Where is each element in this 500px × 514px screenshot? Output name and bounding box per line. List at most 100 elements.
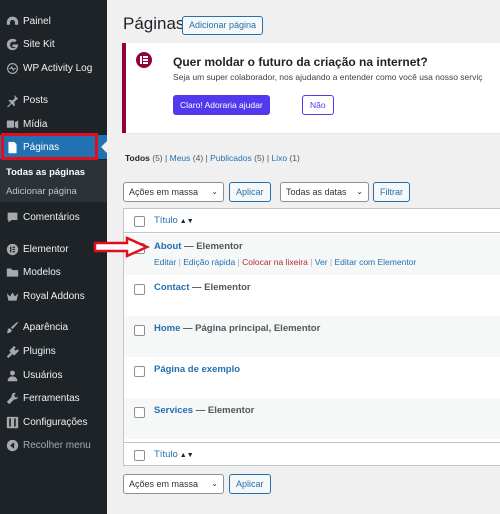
filter-trash-count: (1)	[289, 153, 300, 163]
sort-icon: ▲▼	[179, 452, 194, 459]
annotation-arrow-icon	[93, 236, 151, 258]
crown-icon	[5, 289, 19, 303]
pages-table: Título ▲▼ About — Elementor Editar | Ediç…	[123, 208, 500, 466]
date-filter-select[interactable]: Todas as datas ⌄	[280, 182, 369, 202]
sidebar-item-plugins[interactable]: Plugins	[0, 339, 107, 363]
table-header: Título ▲▼	[124, 209, 500, 233]
page-title-link[interactable]: Services	[154, 405, 193, 416]
sidebar-item-midia[interactable]: Mídia	[0, 112, 107, 136]
sidebar-item-painel[interactable]: Painel	[0, 9, 107, 33]
row-title: Home — Página principal, Elementor	[154, 323, 320, 334]
admin-sidebar: Painel Site Kit WP Activity Log Posts Mí…	[0, 0, 108, 514]
page-title-link[interactable]: Página de exemplo	[154, 364, 240, 375]
pin-icon	[5, 93, 19, 107]
view-link[interactable]: Ver	[315, 257, 328, 267]
sidebar-item-aparencia[interactable]: Aparência	[0, 315, 107, 339]
separator: |	[237, 257, 240, 267]
row-checkbox[interactable]	[134, 407, 145, 418]
page-title-link[interactable]: Home	[154, 323, 180, 334]
row-checkbox[interactable]	[134, 366, 145, 377]
table-footer: Título ▲▼	[124, 442, 500, 466]
page-title: Páginas	[123, 14, 185, 33]
sidebar-item-label: Elementor	[23, 243, 69, 255]
sidebar-item-label: Comentários	[23, 211, 80, 223]
filter-all[interactable]: Todos	[125, 153, 150, 163]
sidebar-item-paginas[interactable]: Páginas	[0, 135, 107, 159]
sidebar-item-comentarios[interactable]: Comentários	[0, 205, 107, 229]
main-content: Páginas Adicionar página Quer moldar o f…	[107, 0, 500, 514]
sidebar-item-label: Painel	[23, 15, 51, 27]
site-kit-icon	[5, 37, 19, 51]
sidebar-item-elementor[interactable]: Elementor	[0, 237, 107, 261]
sidebar-item-label: Modelos	[23, 266, 61, 278]
bulk-apply-button-top[interactable]: Aplicar	[229, 182, 271, 202]
bulk-apply-button-bottom[interactable]: Aplicar	[229, 474, 271, 494]
row-checkbox[interactable]	[134, 284, 145, 295]
brush-icon	[5, 320, 19, 334]
trash-link[interactable]: Colocar na lixeira	[242, 257, 308, 267]
chevron-down-icon: ⌄	[211, 187, 218, 196]
separator: |	[178, 257, 181, 267]
media-icon	[5, 117, 19, 131]
notice-decline-button[interactable]: Não	[302, 95, 334, 115]
filter-published[interactable]: Publicados	[210, 153, 252, 163]
row-title: Contact — Elementor	[154, 282, 251, 293]
notice-accept-button[interactable]: Claro! Adoraria ajudar	[173, 95, 270, 115]
sidebar-item-posts[interactable]: Posts	[0, 88, 107, 112]
activity-log-icon	[5, 61, 19, 75]
column-title-header[interactable]: Título ▲▼	[154, 215, 194, 226]
add-page-button[interactable]: Adicionar página	[182, 16, 264, 35]
row-title: Página de exemplo	[154, 364, 240, 375]
select-all-checkbox-footer[interactable]	[134, 450, 145, 461]
table-row[interactable]: Contact — Elementor	[124, 275, 500, 316]
elementor-icon	[5, 242, 19, 256]
table-row[interactable]: Services — Elementor	[124, 398, 500, 439]
status-filter-links: Todos (5) | Meus (4) | Publicados (5) | …	[125, 153, 300, 163]
filter-mine[interactable]: Meus	[170, 153, 191, 163]
table-row[interactable]: Página de exemplo	[124, 357, 500, 398]
edit-with-elementor-link[interactable]: Editar com Elementor	[335, 257, 417, 267]
column-title-footer[interactable]: Título ▲▼	[154, 449, 194, 460]
sidebar-item-activity-log[interactable]: WP Activity Log	[0, 56, 107, 80]
bulk-actions-select-top[interactable]: Ações em massa ⌄	[123, 182, 224, 202]
separator: |	[165, 153, 168, 163]
bulk-actions-select-bottom[interactable]: Ações em massa ⌄	[123, 474, 224, 494]
page-state: — Elementor	[195, 405, 255, 416]
filter-button[interactable]: Filtrar	[373, 182, 410, 202]
sidebar-item-usuarios[interactable]: Usuários	[0, 363, 107, 387]
chevron-down-icon: ⌄	[356, 187, 363, 196]
quick-edit-link[interactable]: Edição rápida	[183, 257, 235, 267]
page-state: — Página principal, Elementor	[183, 323, 321, 334]
sidebar-item-modelos[interactable]: Modelos	[0, 260, 107, 284]
sidebar-item-label: Páginas	[23, 141, 60, 153]
table-row[interactable]: Home — Página principal, Elementor	[124, 316, 500, 357]
bulk-actions-value: Ações em massa	[129, 187, 199, 197]
sidebar-item-ferramentas[interactable]: Ferramentas	[0, 386, 107, 410]
sidebar-item-label: Recolher menu	[23, 439, 91, 451]
settings-icon	[5, 415, 19, 429]
sidebar-item-configuracoes[interactable]: Configurações	[0, 410, 107, 434]
sidebar-item-label: Configurações	[23, 416, 88, 428]
page-title-link[interactable]: Contact	[154, 282, 189, 293]
submenu-add-page[interactable]: Adicionar página	[6, 186, 77, 197]
sidebar-item-label: WP Activity Log	[23, 62, 93, 74]
page-state: — Elementor	[184, 241, 243, 252]
submenu-all-pages[interactable]: Todas as páginas	[6, 167, 85, 178]
pages-icon	[5, 140, 19, 154]
filter-trash[interactable]: Lixo	[271, 153, 287, 163]
filter-published-count: (5)	[254, 153, 265, 163]
notice-text: Seja um super colaborador, nos ajudando …	[173, 72, 483, 82]
sidebar-item-label: Posts	[23, 94, 49, 106]
page-title-link[interactable]: About	[154, 241, 181, 252]
row-checkbox[interactable]	[134, 325, 145, 336]
sidebar-collapse-menu[interactable]: Recolher menu	[0, 433, 107, 457]
separator: |	[205, 153, 208, 163]
edit-link[interactable]: Editar	[154, 257, 176, 267]
sidebar-item-site-kit[interactable]: Site Kit	[0, 32, 107, 56]
select-all-checkbox[interactable]	[134, 216, 145, 227]
table-row[interactable]: About — Elementor Editar | Edição rápida…	[124, 234, 500, 275]
sidebar-item-royal-addons[interactable]: Royal Addons	[0, 284, 107, 308]
sidebar-item-label: Plugins	[23, 345, 56, 357]
elementor-logo-icon	[136, 52, 152, 68]
date-filter-value: Todas as datas	[286, 187, 347, 197]
